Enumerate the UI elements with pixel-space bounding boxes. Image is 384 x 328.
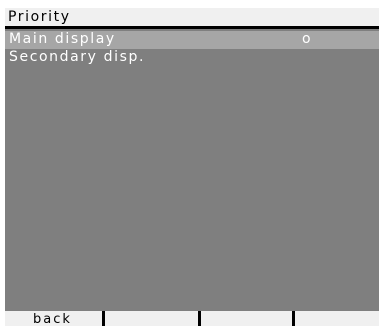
title-divider xyxy=(5,26,379,29)
softkey-3[interactable] xyxy=(198,311,292,326)
softkey-bar: back xyxy=(5,311,379,327)
selected-indicator: o xyxy=(302,31,313,47)
page-title: Priority xyxy=(5,8,379,26)
menu-list: Main display o Secondary disp. xyxy=(5,31,379,67)
menu-item-main-display[interactable]: Main display o xyxy=(5,31,379,49)
menu-item-secondary-display[interactable]: Secondary disp. xyxy=(5,49,379,67)
softkey-back[interactable]: back xyxy=(5,311,102,327)
softkey-4[interactable] xyxy=(292,311,379,326)
device-screen: Priority Main display o Secondary disp. … xyxy=(5,8,379,327)
menu-item-label: Main display xyxy=(9,31,116,47)
menu-item-label: Secondary disp. xyxy=(9,49,145,65)
softkey-2[interactable] xyxy=(102,311,198,326)
